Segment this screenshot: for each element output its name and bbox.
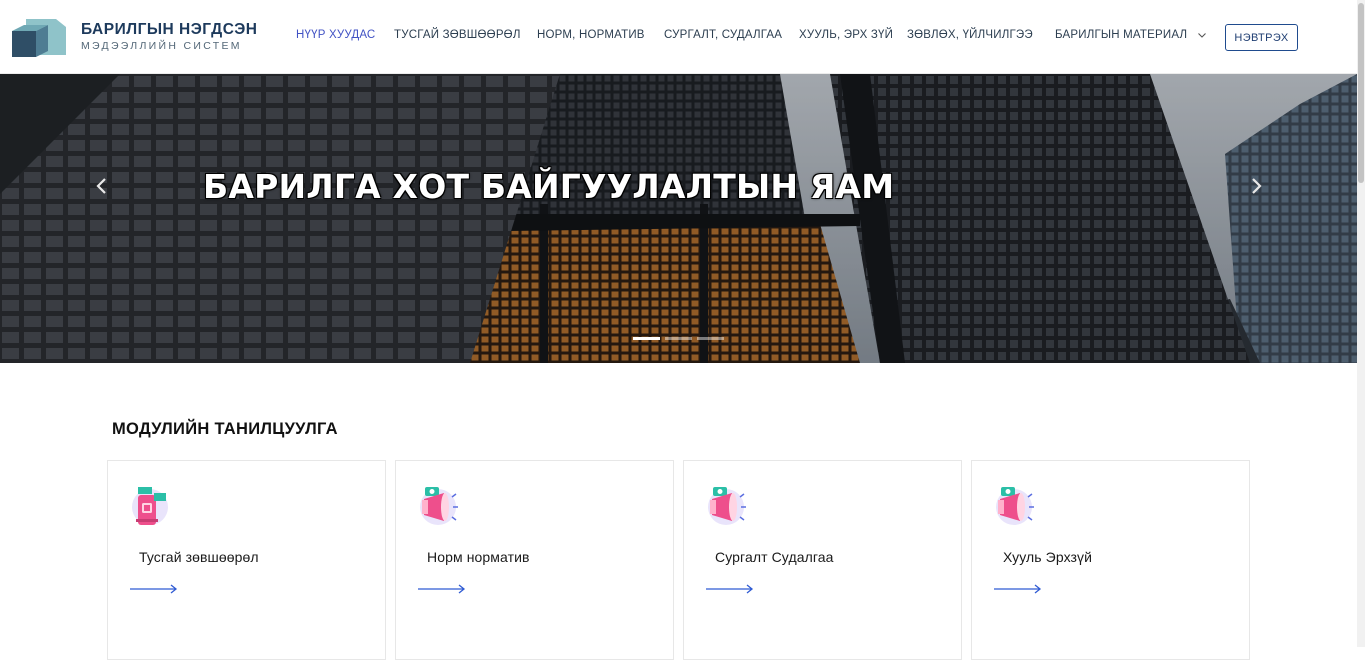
- hero-title: БАРИЛГА ХОТ БАЙГУУЛАЛТЫН ЯАМ: [203, 167, 895, 206]
- arrow-right-icon[interactable]: [130, 584, 178, 594]
- chevron-down-icon[interactable]: [1197, 30, 1207, 40]
- nav-item-law[interactable]: ХУУЛЬ, ЭРХ ЗҮЙ: [799, 29, 893, 41]
- module-card-label: Хууль Эрхзүй: [1003, 549, 1093, 565]
- nav-item-consulting[interactable]: ЗӨВЛӨХ, ҮЙЛЧИЛГЭЭ: [907, 29, 1033, 41]
- module-card-law[interactable]: Хууль Эрхзүй: [971, 460, 1250, 660]
- nav-item-materials[interactable]: БАРИЛГЫН МАТЕРИАЛ: [1055, 29, 1187, 41]
- carousel-next-icon[interactable]: [1244, 174, 1268, 198]
- megaphone-icon: [420, 487, 458, 525]
- carousel-indicator-2[interactable]: [665, 337, 692, 340]
- megaphone-icon: [708, 487, 746, 525]
- arrow-right-icon[interactable]: [994, 584, 1042, 594]
- megaphone-icon: [996, 487, 1034, 525]
- module-card-label: Сургалт Судалгаа: [715, 549, 834, 565]
- hero-carousel: БАРИЛГА ХОТ БАЙГУУЛАЛТЫН ЯАМ: [0, 74, 1357, 363]
- nav-item-home[interactable]: НҮҮР ХУУДАС: [296, 29, 375, 41]
- arrow-right-icon[interactable]: [706, 584, 754, 594]
- module-card-label: Тусгай зөвшөөрөл: [139, 549, 259, 565]
- brand-text[interactable]: БАРИЛГЫН НЭГДСЭН МЭДЭЭЛЛИЙН СИСТЕМ: [81, 21, 257, 52]
- module-card-permits[interactable]: Тусгай зөвшөөрөл: [107, 460, 386, 660]
- mailbox-icon: [132, 487, 168, 525]
- arrow-right-icon[interactable]: [418, 584, 466, 594]
- scrollbar-thumb[interactable]: [1358, 3, 1364, 183]
- login-button[interactable]: НЭВТРЭХ: [1225, 24, 1298, 51]
- site-header: БАРИЛГЫН НЭГДСЭН МЭДЭЭЛЛИЙН СИСТЕМ НҮҮР …: [0, 0, 1357, 74]
- hero-background-image: [0, 74, 1357, 363]
- module-card-norms[interactable]: Норм норматив: [395, 460, 674, 660]
- brand-subtitle: МЭДЭЭЛЛИЙН СИСТЕМ: [81, 40, 242, 52]
- building-cube-logo[interactable]: [12, 15, 68, 59]
- nav-item-training[interactable]: СУРГАЛТ, СУДАЛГАА: [664, 29, 782, 41]
- nav-item-permits[interactable]: ТУСГАЙ ЗӨВШӨӨРӨЛ: [394, 29, 521, 41]
- module-card-label: Норм норматив: [427, 549, 530, 565]
- module-card-training[interactable]: Сургалт Судалгаа: [683, 460, 962, 660]
- carousel-indicator-3[interactable]: [697, 337, 724, 340]
- carousel-indicator-1[interactable]: [633, 337, 660, 340]
- carousel-prev-icon[interactable]: [90, 174, 114, 198]
- page-scrollbar[interactable]: [1357, 0, 1365, 647]
- modules-section-title: МОДУЛИЙН ТАНИЛЦУУЛГА: [112, 420, 338, 438]
- brand-title: БАРИЛГЫН НЭГДСЭН: [81, 21, 258, 38]
- nav-item-norms[interactable]: НОРМ, НОРМАТИВ: [537, 29, 645, 41]
